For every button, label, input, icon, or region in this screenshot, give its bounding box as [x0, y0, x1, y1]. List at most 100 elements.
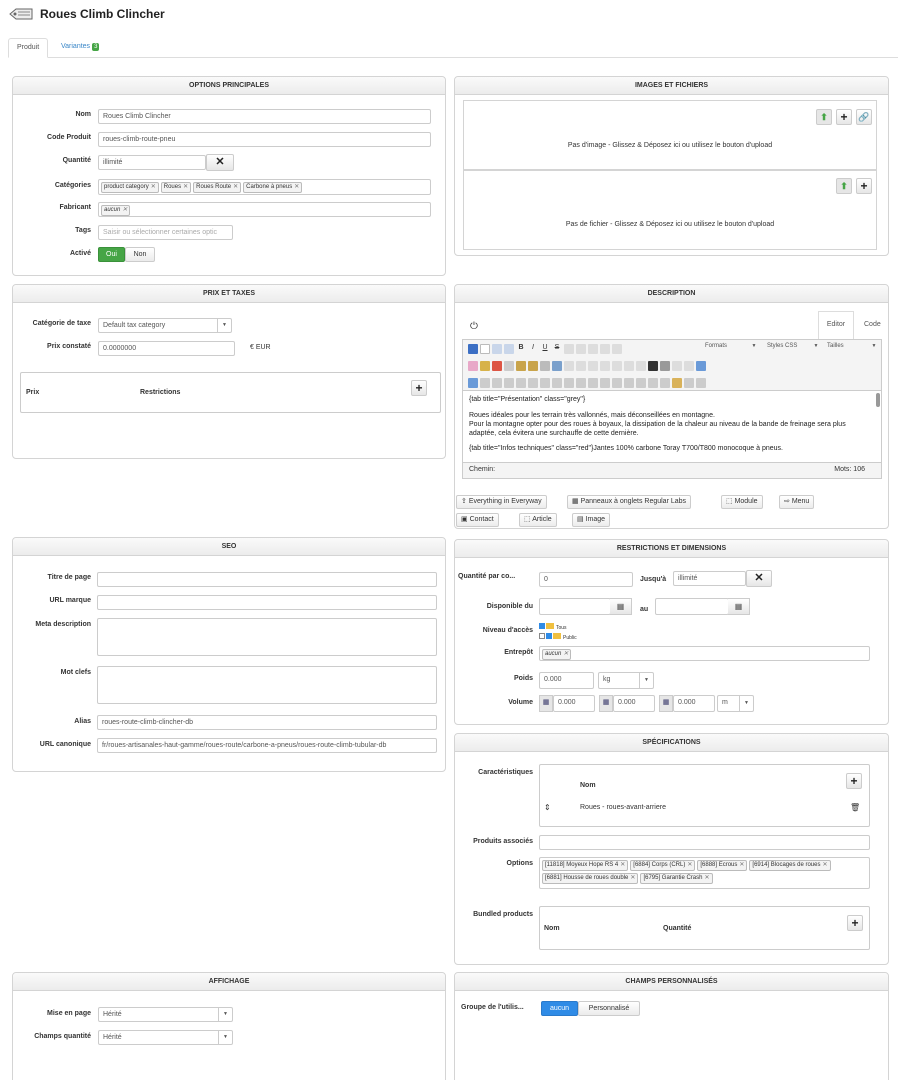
code-produit-input[interactable]: roues-climb-route-pneu: [98, 132, 431, 147]
alias-input[interactable]: roues-route-climb-clincher-db: [97, 715, 437, 730]
category-tag[interactable]: Carbone à pneus ✕: [243, 182, 303, 193]
paste-icon[interactable]: [516, 361, 526, 371]
help-icon[interactable]: [468, 344, 478, 354]
calendar-icon[interactable]: ▦: [610, 598, 632, 615]
category-tag[interactable]: Roues Route ✕: [193, 182, 242, 193]
volume-unit-select[interactable]: m ▼: [717, 695, 754, 712]
redo-icon[interactable]: [504, 344, 514, 354]
omega-icon[interactable]: [624, 361, 634, 371]
article-button[interactable]: ⬚ Article: [519, 513, 557, 527]
add-caracteristique-button[interactable]: +: [846, 773, 862, 789]
table-split-icon[interactable]: [528, 378, 538, 388]
superscript-icon[interactable]: [600, 361, 610, 371]
delete-row-icon[interactable]: [576, 378, 586, 388]
meta-description-textarea[interactable]: [97, 618, 437, 656]
poids-unit-select[interactable]: kg ▼: [598, 672, 654, 689]
tab-variantes[interactable]: Variantes 3: [53, 38, 107, 58]
align-justify-icon[interactable]: [600, 344, 610, 354]
option-tag[interactable]: [6881] Housse de roues double ✕: [542, 873, 639, 884]
cite-icon[interactable]: [612, 378, 622, 388]
bold-icon[interactable]: B: [516, 344, 526, 354]
paste-text-icon[interactable]: [528, 361, 538, 371]
entrepot-tag[interactable]: aucun ✕: [542, 649, 572, 660]
option-tag[interactable]: [6884] Corps (CRL) ✕: [630, 860, 696, 871]
upload-file-icon[interactable]: ⬆: [836, 178, 852, 194]
table-col-icon[interactable]: [492, 378, 502, 388]
quantite-input[interactable]: illimité: [98, 155, 206, 170]
add-file-button[interactable]: +: [856, 178, 872, 194]
date-from-input[interactable]: [539, 598, 611, 615]
entrepot-field[interactable]: aucun ✕: [539, 646, 870, 661]
add-image-button[interactable]: +: [836, 109, 852, 125]
strike-icon[interactable]: S: [552, 344, 562, 354]
clear-qty-max-button[interactable]: ✕: [746, 570, 772, 587]
option-tag[interactable]: [11818] Moyeux Hope RS 4 ✕: [542, 860, 629, 871]
champs-quantite-select[interactable]: Hérité ▼: [98, 1030, 233, 1045]
template-icon[interactable]: [672, 378, 682, 388]
option-tag[interactable]: [6888] Ecrous ✕: [697, 860, 748, 871]
mise-en-page-select[interactable]: Hérité ▼: [98, 1007, 233, 1022]
file-dropzone[interactable]: Pas de fichier - Glissez & Déposez ici o…: [463, 170, 877, 250]
active-non-button[interactable]: Non: [125, 247, 155, 262]
tax-category-select[interactable]: Default tax category ▼: [98, 318, 232, 333]
underline-icon[interactable]: U: [540, 344, 550, 354]
ins-icon[interactable]: [648, 378, 658, 388]
blocks-icon[interactable]: [696, 378, 706, 388]
fabricant-tag[interactable]: aucun ✕: [101, 205, 131, 216]
table-cell-icon[interactable]: [504, 378, 514, 388]
align-right-icon[interactable]: [588, 344, 598, 354]
options-field[interactable]: [11818] Moyeux Hope RS 4 ✕ [6884] Corps (C…: [539, 857, 870, 889]
module-button[interactable]: ⬚ Module: [721, 495, 763, 509]
category-tag[interactable]: product category ✕: [101, 182, 159, 193]
insert-before-icon[interactable]: [552, 378, 562, 388]
titre-page-input[interactable]: [97, 572, 437, 587]
style-icon[interactable]: [612, 344, 622, 354]
trash-icon[interactable]: 🗑: [850, 803, 860, 812]
category-tag[interactable]: Roues ✕: [160, 182, 192, 193]
link-icon[interactable]: 🔗: [856, 109, 872, 125]
tab-code[interactable]: Code: [864, 321, 881, 328]
expand-icon[interactable]: [539, 633, 545, 639]
everything-button[interactable]: ⇪ Everything in Everyway: [456, 495, 547, 509]
acronym-icon[interactable]: [624, 378, 634, 388]
insert-after-icon[interactable]: [564, 378, 574, 388]
calendar-icon[interactable]: ▦: [728, 598, 750, 615]
upload-image-icon[interactable]: ⬆: [816, 109, 832, 125]
tab-editor[interactable]: Editor: [818, 311, 854, 339]
clear-quantite-button[interactable]: ✕: [206, 154, 234, 171]
date-to-input[interactable]: [655, 598, 729, 615]
qty-max-input[interactable]: illimité: [673, 571, 746, 586]
subscript-icon[interactable]: [588, 361, 598, 371]
option-tag[interactable]: [6914] Blocages de roues ✕: [749, 860, 831, 871]
search-icon[interactable]: [648, 361, 658, 371]
undo-icon[interactable]: [492, 344, 502, 354]
layer-icon[interactable]: [588, 378, 598, 388]
url-marque-input[interactable]: [97, 595, 437, 610]
table-row-icon[interactable]: [480, 378, 490, 388]
menu-button[interactable]: ⇨ Menu: [779, 495, 815, 509]
add-price-button[interactable]: +: [411, 380, 427, 396]
del-icon[interactable]: [636, 378, 646, 388]
table-icon[interactable]: [468, 378, 478, 388]
fabricant-field[interactable]: aucun ✕: [98, 202, 431, 217]
tab-produit[interactable]: Produit: [8, 38, 49, 58]
nom-input[interactable]: Roues Climb Clincher: [98, 109, 431, 124]
indent-icon[interactable]: [540, 361, 550, 371]
volume-1-input[interactable]: 0.000: [553, 695, 595, 712]
editor-content[interactable]: {tab title="Présentation" class="grey"} …: [462, 391, 882, 463]
poids-input[interactable]: 0.000: [539, 672, 594, 689]
active-oui-button[interactable]: Oui: [98, 247, 125, 262]
align-left-icon[interactable]: [564, 344, 574, 354]
hr-icon[interactable]: [636, 361, 646, 371]
ordered-list-icon[interactable]: [564, 361, 574, 371]
italic-icon[interactable]: I: [528, 344, 538, 354]
formats-select[interactable]: Formats ▼: [701, 341, 761, 354]
link-icon[interactable]: [672, 361, 682, 371]
option-tag[interactable]: [6795] Garantie Crash ✕: [640, 873, 713, 884]
cut-icon[interactable]: [492, 361, 502, 371]
tabs-button[interactable]: ▦ Panneaux à onglets Regular Labs: [567, 495, 692, 509]
produits-associes-input[interactable]: [539, 835, 870, 850]
prix-input[interactable]: 0.0000000: [98, 341, 235, 356]
volume-3-input[interactable]: 0.000: [673, 695, 715, 712]
image-button[interactable]: ▤ Image: [572, 513, 611, 527]
